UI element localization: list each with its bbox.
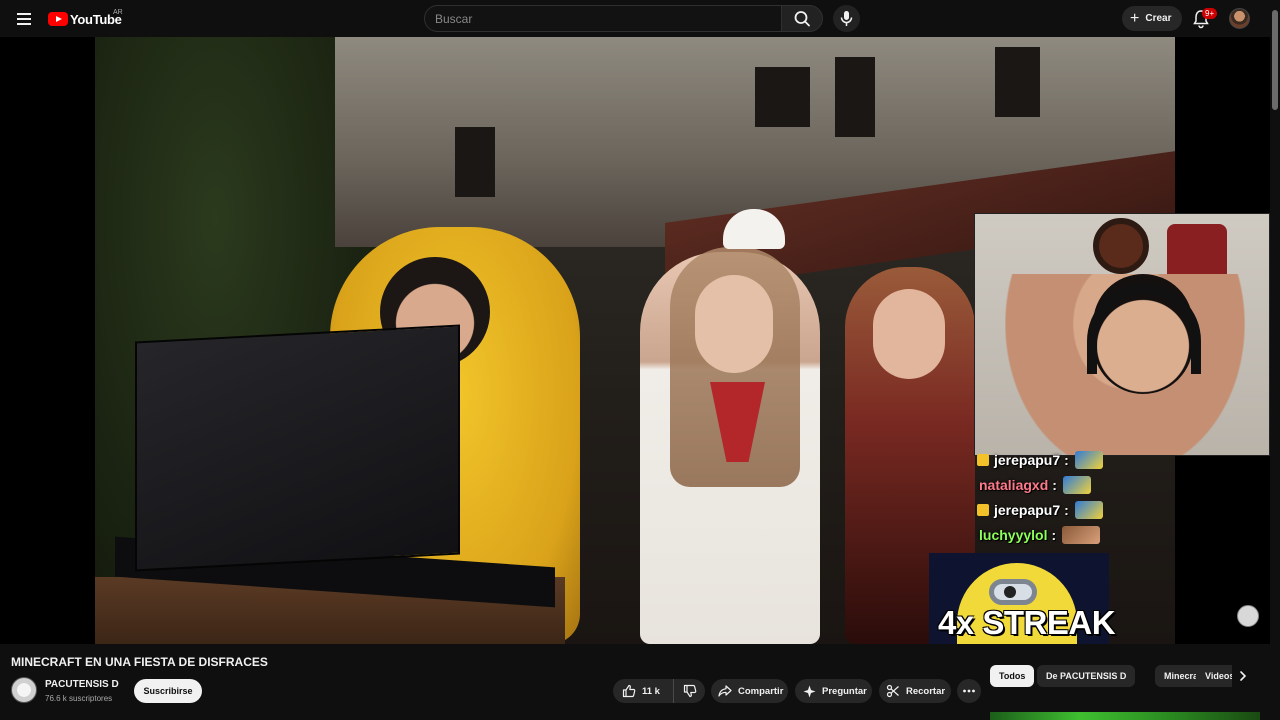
like-button[interactable]: 11 k xyxy=(613,679,674,703)
stream-chat-overlay: jerepapu7: nataliagxd: jerepapu7: luchyy… xyxy=(974,447,1134,547)
chat-username: jerepapu7 xyxy=(994,501,1061,518)
create-label: Crear xyxy=(1145,13,1172,24)
chat-message: jerepapu7: xyxy=(974,497,1134,522)
emote-icon xyxy=(1062,525,1101,544)
sparkle-icon xyxy=(803,685,816,697)
person-face xyxy=(873,289,945,379)
video-title: MINECRAFT EN UNA FIESTA DE DISFRACES xyxy=(11,655,268,669)
chip-from-channel[interactable]: De PACUTENSIS D xyxy=(1037,665,1136,687)
like-count: 11 k xyxy=(642,685,660,697)
related-filter-chips: Todos De PACUTENSIS D Minecraft Videos xyxy=(990,665,1270,687)
create-button[interactable]: + Crear xyxy=(1122,6,1182,31)
chips-next-button[interactable] xyxy=(1232,665,1254,687)
channel-name[interactable]: PACUTENSIS D xyxy=(45,679,119,690)
emote-icon xyxy=(1074,500,1103,519)
channel-watermark-icon[interactable] xyxy=(1237,605,1259,627)
emote-icon xyxy=(1062,475,1091,494)
country-code: AR xyxy=(113,9,123,16)
minion-goggle xyxy=(989,579,1037,605)
ask-label: Preguntar xyxy=(822,685,867,697)
webcam-overlay xyxy=(974,213,1270,456)
thumbs-up-icon xyxy=(622,684,636,698)
more-horizontal-icon xyxy=(963,689,975,693)
subscribe-button[interactable]: Suscribirse xyxy=(134,679,202,703)
person-face xyxy=(695,275,773,373)
microphone-icon xyxy=(840,11,853,26)
search-input[interactable] xyxy=(425,6,781,31)
plus-icon: + xyxy=(1130,9,1140,27)
video-player[interactable]: jerepapu7: nataliagxd: jerepapu7: luchyy… xyxy=(0,37,1270,644)
chat-message: nataliagxd: xyxy=(974,472,1134,497)
chat-username: jerepapu7 xyxy=(994,451,1061,468)
share-button[interactable]: Compartir xyxy=(711,679,788,703)
emote-icon xyxy=(1074,450,1103,469)
clip-button[interactable]: Recortar xyxy=(879,679,951,703)
laptop xyxy=(135,324,460,572)
subscriber-count: 76.6 k suscriptores xyxy=(45,694,113,703)
more-actions-button[interactable] xyxy=(957,679,981,703)
chat-message: luchyyylol: xyxy=(974,522,1134,547)
streak-overlay-text: 4x STREAK xyxy=(938,604,1116,641)
wall-decor xyxy=(1093,218,1149,274)
crown-badge-icon xyxy=(977,503,989,516)
account-avatar[interactable] xyxy=(1229,8,1250,29)
like-dislike-group: 11 k xyxy=(613,679,705,703)
chat-username: nataliagxd xyxy=(979,476,1049,493)
chat-username: luchyyylol xyxy=(979,526,1048,543)
search-button[interactable] xyxy=(781,5,823,32)
notifications-badge: 9+ xyxy=(1202,8,1218,19)
youtube-logo[interactable]: YouTube xyxy=(48,10,122,28)
clip-label: Recortar xyxy=(906,685,946,697)
related-video-thumbnail[interactable] xyxy=(990,712,1260,720)
menu-icon[interactable] xyxy=(12,7,36,31)
chip-all[interactable]: Todos xyxy=(990,665,1035,687)
dislike-button[interactable] xyxy=(674,684,705,698)
scrollbar-thumb[interactable] xyxy=(1272,10,1278,110)
scissors-icon xyxy=(886,684,899,698)
crown-badge-icon xyxy=(977,453,989,466)
search-box xyxy=(424,5,782,32)
masthead: YouTube AR + Crear 9+ xyxy=(0,0,1280,37)
share-icon xyxy=(718,685,732,697)
chevron-right-icon xyxy=(1240,671,1247,681)
voice-search-button[interactable] xyxy=(833,5,860,32)
channel-avatar[interactable] xyxy=(11,677,37,703)
thumbs-down-icon xyxy=(683,684,696,698)
ask-button[interactable]: Preguntar xyxy=(795,679,872,703)
chat-message: jerepapu7: xyxy=(974,447,1134,472)
search-icon xyxy=(794,11,810,27)
youtube-play-icon xyxy=(48,12,68,26)
share-label: Compartir xyxy=(738,685,784,697)
